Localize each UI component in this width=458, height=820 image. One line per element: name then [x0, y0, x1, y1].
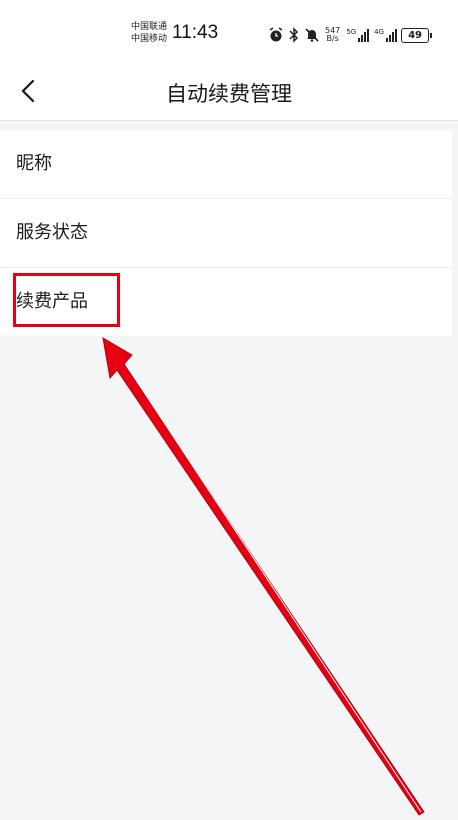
- annotation-arrow: [102, 337, 425, 816]
